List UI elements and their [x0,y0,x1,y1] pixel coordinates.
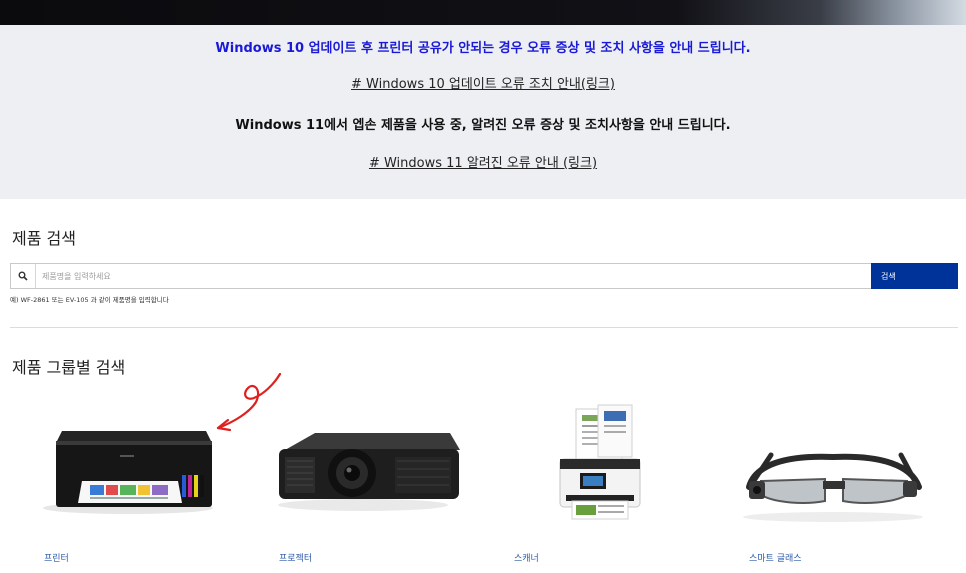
top-banner [0,0,966,25]
search-hint: 예) WF-2861 또는 EV-105 과 같이 제품명을 입력합니다 [10,296,169,304]
scanner-image [480,395,715,545]
section-divider [10,327,958,328]
smart-glasses-image [715,395,950,545]
win10-alert-text: Windows 10 업데이트 후 프린터 공유가 안되는 경우 오류 증상 및… [215,41,751,56]
win11-alert-text: Windows 11에서 엡손 제품을 사용 중, 알려진 오류 증상 및 조치… [235,118,731,133]
product-group-scanner[interactable]: 스캐너 [480,395,715,573]
search-button[interactable]: 검색 [871,263,958,289]
search-input[interactable] [35,264,871,288]
win11-guide-link[interactable]: # Windows 11 알려진 오류 안내 (링크) [369,156,597,171]
product-group-label: 프린터 [44,554,69,564]
annotation-arrow-icon [210,368,290,434]
product-group-smart-glasses[interactable]: 스마트 글래스 [715,395,950,573]
product-group-label: 스마트 글래스 [749,554,802,564]
notice-panel: Windows 10 업데이트 후 프린터 공유가 안되는 경우 오류 증상 및… [0,25,966,199]
search-icon [11,264,35,288]
product-group-label: 스캐너 [514,554,539,564]
product-group-label: 프로젝터 [279,554,313,564]
product-search-heading: 제품 검색 [12,229,76,248]
group-search-heading: 제품 그룹별 검색 [12,358,126,377]
product-search-bar: 검색 [10,263,958,289]
win10-guide-link[interactable]: # Windows 10 업데이트 오류 조치 안내(링크) [351,77,615,92]
